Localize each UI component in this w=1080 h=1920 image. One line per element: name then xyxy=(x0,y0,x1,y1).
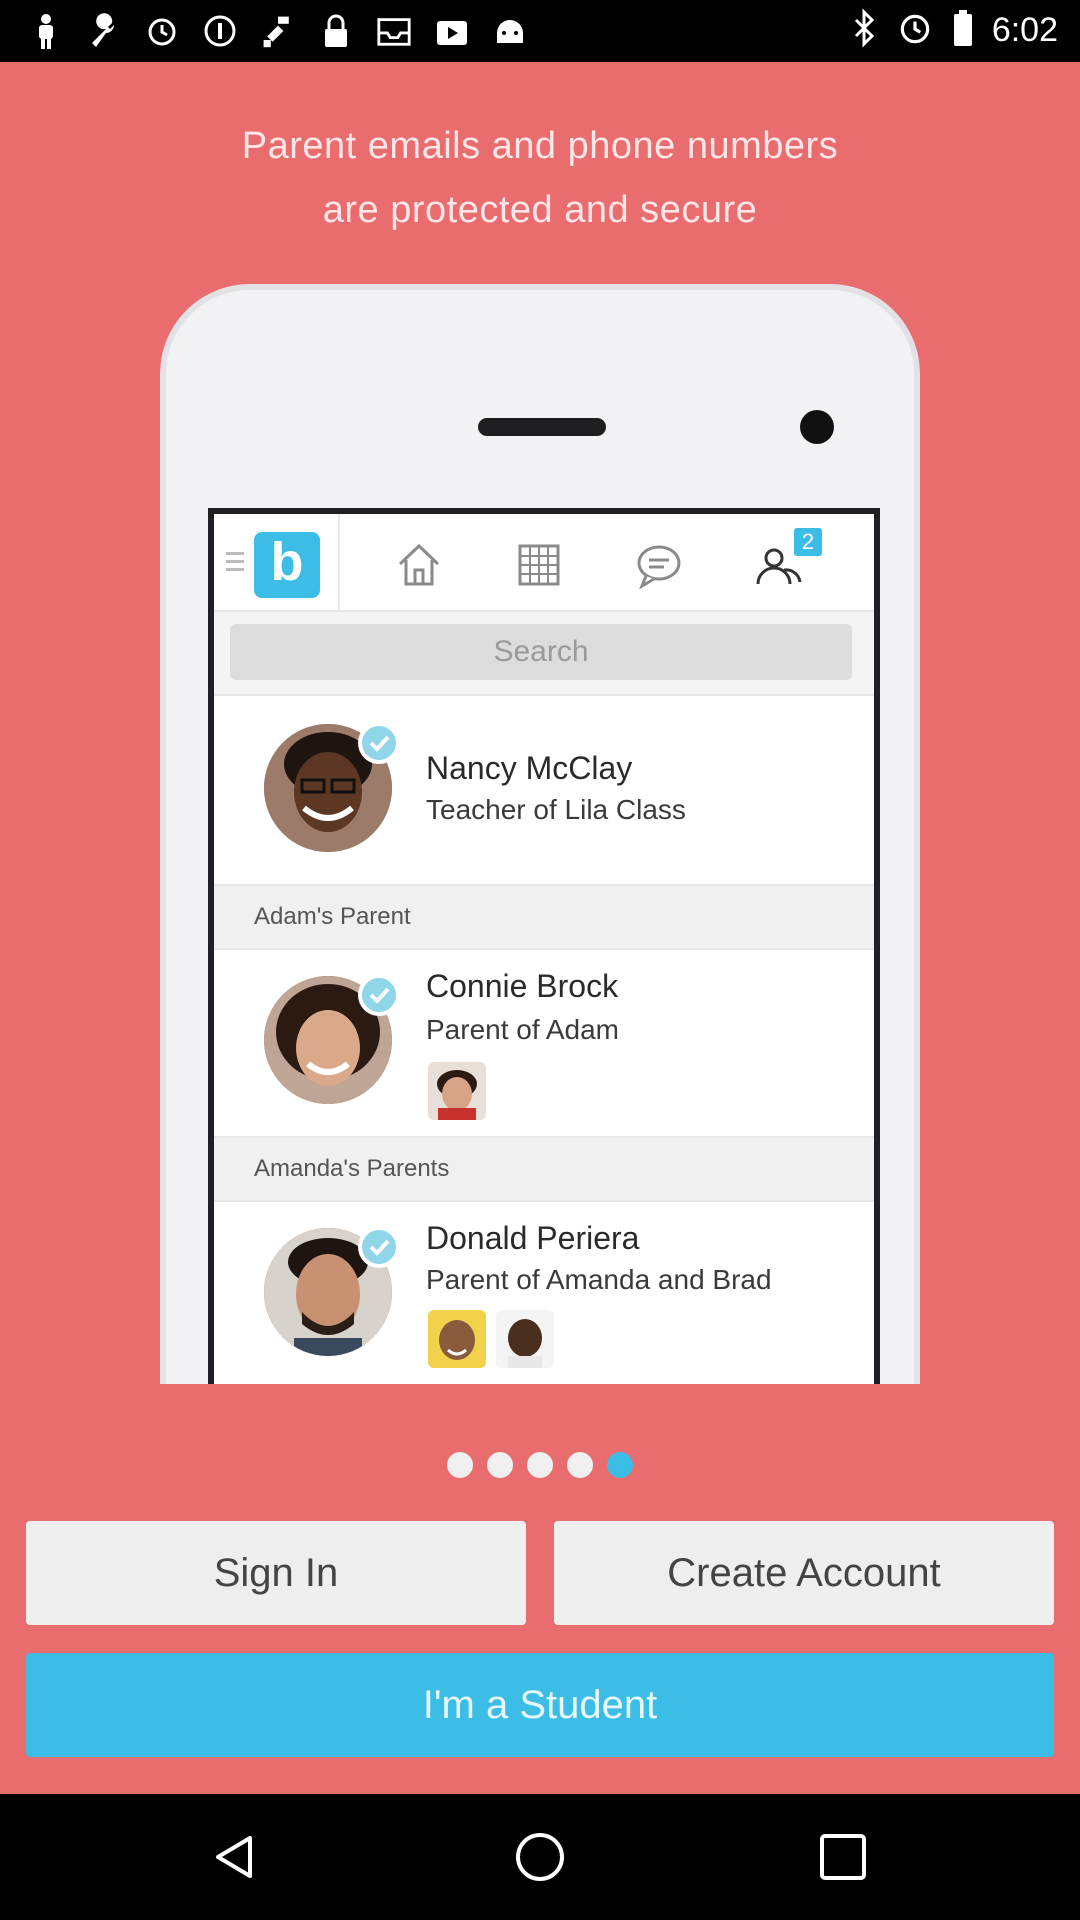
messages-icon xyxy=(634,540,684,590)
inbox-icon xyxy=(376,13,412,49)
phone-illustration: b 2 Search Nancy McClay Teacher of Lila … xyxy=(160,284,920,1384)
child-avatar xyxy=(428,1062,486,1120)
child-avatar xyxy=(428,1310,486,1368)
fake-gps-icon xyxy=(260,13,296,49)
app-nav-bar: b 2 xyxy=(214,514,874,612)
android-icon xyxy=(492,13,528,49)
menu-icon xyxy=(226,552,244,576)
contact-row: Connie Brock Parent of Adam xyxy=(214,950,874,1136)
headline-line-1: Parent emails and phone numbers xyxy=(241,125,839,167)
home-icon[interactable] xyxy=(513,1830,567,1884)
app-logo: b xyxy=(254,532,320,598)
page-indicator xyxy=(0,1452,1080,1478)
phone-speaker xyxy=(478,418,606,436)
headline: Parent emails and phone numbers are prot… xyxy=(0,114,1080,242)
section-header: Amanda's Parents xyxy=(214,1136,874,1202)
back-icon[interactable] xyxy=(210,1830,264,1884)
verified-check-icon xyxy=(358,974,400,1016)
onboarding-screen: Parent emails and phone numbers are prot… xyxy=(0,62,1080,1794)
search-input: Search xyxy=(230,624,852,680)
page-dot[interactable] xyxy=(567,1452,593,1478)
system-nav-bar xyxy=(0,1794,1080,1920)
home-icon xyxy=(394,540,444,590)
child-avatar xyxy=(496,1310,554,1368)
bluetooth-icon xyxy=(850,7,878,53)
alarm-icon xyxy=(144,13,180,49)
sign-in-button[interactable]: Sign In xyxy=(26,1521,526,1625)
phone-camera xyxy=(800,410,834,444)
status-icons-right: 6:02 xyxy=(850,7,1058,53)
recents-icon[interactable] xyxy=(816,1830,870,1884)
play-store-icon xyxy=(434,13,470,49)
page-dot[interactable] xyxy=(527,1452,553,1478)
section-header: Adam's Parent xyxy=(214,884,874,950)
calendar-icon xyxy=(514,540,564,590)
create-account-button[interactable]: Create Account xyxy=(554,1521,1054,1625)
contact-row: Donald Periera Parent of Amanda and Brad xyxy=(214,1202,874,1384)
contact-name: Connie Brock xyxy=(426,968,619,1004)
contact-subtitle: Parent of Adam xyxy=(426,1014,620,1045)
contact-name: Nancy McClay xyxy=(426,750,633,786)
lock-icon xyxy=(318,13,354,49)
verified-check-icon xyxy=(358,722,400,764)
battery-icon xyxy=(952,8,974,53)
person-icon xyxy=(28,13,64,49)
notification-badge: 2 xyxy=(794,528,822,556)
headline-line-2: are protected and secure xyxy=(322,189,758,231)
status-time: 6:02 xyxy=(991,10,1058,49)
page-dot[interactable] xyxy=(447,1452,473,1478)
page-dot[interactable] xyxy=(487,1452,513,1478)
page-dot-active[interactable] xyxy=(607,1452,633,1478)
alarm-icon xyxy=(896,9,934,52)
contact-row: Nancy McClay Teacher of Lila Class xyxy=(214,696,874,884)
verified-check-icon xyxy=(358,1226,400,1268)
info-icon xyxy=(202,13,238,49)
student-button[interactable]: I'm a Student xyxy=(26,1653,1054,1757)
contact-subtitle: Teacher of Lila Class xyxy=(426,794,686,825)
search-area: Search xyxy=(214,612,874,696)
contact-name: Donald Periera xyxy=(426,1220,640,1256)
contact-subtitle: Parent of Amanda and Brad xyxy=(426,1264,772,1295)
wrench-icon xyxy=(86,13,122,49)
nav-divider xyxy=(338,514,340,612)
status-icons-left xyxy=(28,10,528,52)
phone-screen: b 2 Search Nancy McClay Teacher of Lila … xyxy=(208,508,880,1384)
status-bar: 6:02 xyxy=(0,0,1080,62)
